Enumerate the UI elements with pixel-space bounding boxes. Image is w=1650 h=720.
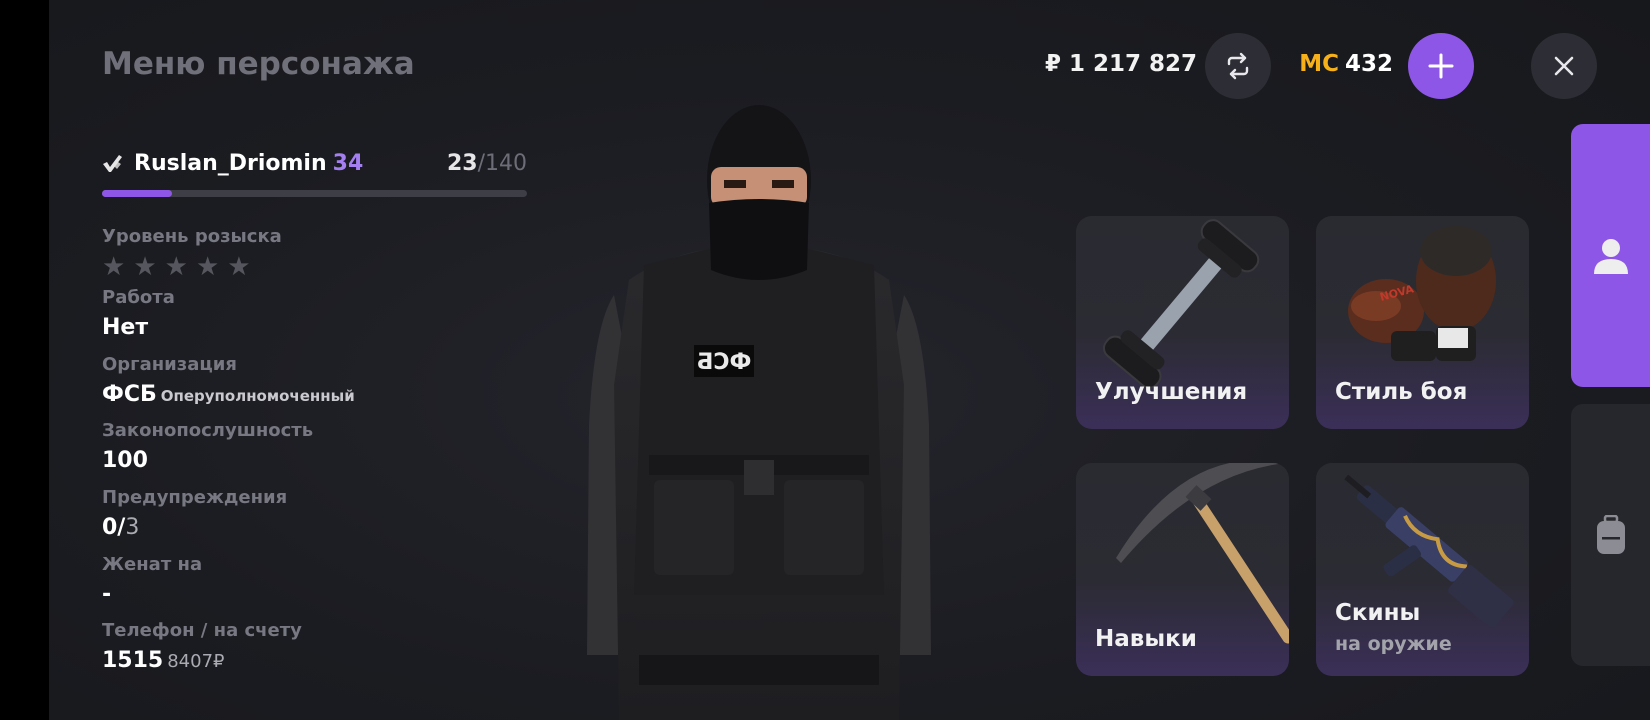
- exp-max: /140: [477, 151, 527, 176]
- tab-profile[interactable]: [1571, 124, 1650, 387]
- married-value: -: [102, 582, 112, 607]
- money-balance: ₽ 1 217 827: [1044, 51, 1197, 77]
- exchange-button[interactable]: [1205, 33, 1271, 99]
- org-rank: Оперуполномоченный: [160, 387, 355, 405]
- user-icon: [1593, 238, 1628, 274]
- job-value: Нет: [102, 315, 149, 340]
- exp-current: 23: [446, 151, 478, 176]
- law-label: Законопослушность: [102, 420, 314, 441]
- warnings-max: 3: [125, 515, 140, 540]
- player-level: 34: [332, 151, 364, 176]
- mc-label: MC: [1299, 51, 1339, 77]
- org-label: Организация: [102, 354, 237, 375]
- top-bar: ₽ 1 217 827 MC 432: [950, 33, 1650, 99]
- org-value: ФСБ Оперуполномоченный: [102, 382, 355, 407]
- wanted-star: ★: [227, 252, 259, 282]
- wanted-star: ★: [102, 252, 134, 282]
- character-patch: ФСБ: [697, 350, 752, 375]
- phone-label: Телефон / на счету: [102, 620, 302, 641]
- upgrades-title: Улучшения: [1095, 379, 1248, 405]
- wanted-label: Уровень розыска: [102, 226, 282, 247]
- married-label: Женат на: [102, 554, 203, 575]
- wanted-star: ★: [164, 252, 196, 282]
- org-name: ФСБ: [102, 382, 157, 407]
- mc-balance: MC 432: [1299, 51, 1393, 77]
- fight-style-card[interactable]: NOVA Стиль боя: [1316, 216, 1529, 429]
- skins-subtitle: на оружие: [1335, 633, 1452, 655]
- warnings-value: 0/3: [102, 515, 139, 540]
- add-mc-button[interactable]: [1408, 33, 1474, 99]
- close-button[interactable]: [1531, 33, 1597, 99]
- skins-title: Скины: [1335, 600, 1421, 626]
- character-model: ФСБ: [587, 105, 931, 720]
- mc-value: 432: [1344, 51, 1393, 77]
- law-value: 100: [102, 448, 148, 473]
- xp-progress-fill: [102, 190, 172, 197]
- phone-balance: 8407₽: [167, 651, 225, 672]
- backpack-icon: [1596, 515, 1625, 554]
- player-name-text: Ruslan_Driomin: [134, 151, 327, 176]
- player-header: Ruslan_Driomin 34 23/140: [102, 148, 527, 178]
- skins-card[interactable]: Скины на оружие: [1316, 463, 1529, 676]
- player-name: Ruslan_Driomin 34: [134, 151, 363, 176]
- phone-number: 1515: [102, 648, 164, 673]
- verified-icon: [103, 155, 122, 172]
- page-title: Меню персонажа: [102, 46, 415, 82]
- job-label: Работа: [102, 287, 175, 308]
- warnings-label: Предупреждения: [102, 487, 288, 508]
- skills-title: Навыки: [1095, 626, 1197, 652]
- wanted-stars: ★★★★★: [102, 252, 259, 282]
- phone-value: 1515 8407₽: [102, 648, 225, 673]
- wanted-star: ★: [195, 252, 228, 282]
- character-menu-screen: Меню персонажа ₽ 1 217 827 MC 432 Ruslan…: [49, 0, 1650, 720]
- wanted-star: ★: [133, 252, 165, 282]
- close-icon: [1554, 56, 1574, 76]
- upgrades-card[interactable]: Улучшения: [1076, 216, 1289, 429]
- skills-card[interactable]: Навыки: [1076, 463, 1289, 676]
- experience: 23/140: [447, 151, 527, 176]
- warnings-count: 0/: [102, 515, 126, 540]
- fight-style-title: Стиль боя: [1335, 379, 1468, 405]
- xp-progress-bar: [102, 190, 527, 197]
- exchange-icon: [1227, 52, 1249, 80]
- plus-icon: [1428, 53, 1454, 79]
- tab-inventory[interactable]: [1571, 404, 1650, 666]
